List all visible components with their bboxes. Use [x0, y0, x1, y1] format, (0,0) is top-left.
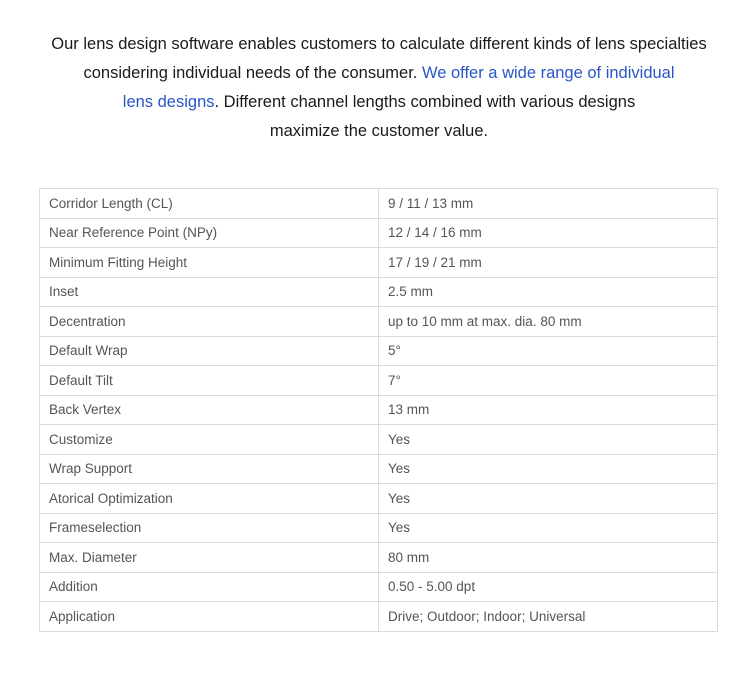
spec-value: Yes: [378, 512, 718, 543]
spec-value: 12 / 14 / 16 mm: [378, 217, 718, 248]
spec-value: 80 mm: [378, 542, 718, 573]
lens-spec-table: Corridor Length (CL) 9 / 11 / 13 mm Near …: [39, 188, 718, 632]
spec-name: Wrap Support: [39, 453, 379, 484]
link-text-part-2: lens designs: [122, 93, 215, 111]
spec-table-body: Corridor Length (CL) 9 / 11 / 13 mm Near …: [39, 188, 718, 632]
table-row: Near Reference Point (NPy) 12 / 14 / 16 m…: [39, 217, 718, 248]
spec-name: Application: [39, 601, 379, 632]
spec-value: 0.50 - 5.00 dpt: [378, 571, 718, 602]
spec-name: Decentration: [39, 306, 379, 337]
spec-value: Yes: [378, 453, 718, 484]
intro-line-2: considering individual needs of the cons…: [83, 64, 418, 82]
spec-name: Frameselection: [39, 512, 379, 543]
spec-value: 13 mm: [378, 394, 718, 425]
spec-value: 2.5 mm: [378, 276, 718, 307]
spec-name: Inset: [39, 276, 379, 307]
spec-name: Default Tilt: [39, 365, 379, 396]
spec-name: Addition: [39, 571, 379, 602]
spec-name: Corridor Length (CL): [39, 188, 379, 219]
spec-value: 17 / 19 / 21 mm: [378, 247, 718, 278]
spec-value: 9 / 11 / 13 mm: [378, 188, 718, 219]
intro-line-3-rest: . Different channel lengths combined wit…: [214, 93, 636, 111]
table-row: Max. Diameter 80 mm: [39, 542, 718, 573]
table-row: Back Vertex 13 mm: [39, 394, 718, 425]
table-row: Corridor Length (CL) 9 / 11 / 13 mm: [39, 188, 718, 219]
spec-value: Yes: [378, 424, 718, 455]
table-row: Customize Yes: [39, 424, 718, 455]
spec-value: 5°: [378, 335, 718, 366]
table-row: Application Drive; Outdoor; Indoor; Unive…: [39, 601, 718, 632]
table-row: Addition 0.50 - 5.00 dpt: [39, 571, 718, 602]
table-row: Minimum Fitting Height 17 / 19 / 21 mm: [39, 247, 718, 278]
spec-value: 7°: [378, 365, 718, 396]
link-text-part-1: We offer a wide range of individual: [421, 64, 675, 82]
table-row: Wrap Support Yes: [39, 453, 718, 484]
spec-value: Yes: [378, 483, 718, 514]
spec-name: Default Wrap: [39, 335, 379, 366]
spec-name: Near Reference Point (NPy): [39, 217, 379, 248]
spec-name: Minimum Fitting Height: [39, 247, 379, 278]
table-row: Frameselection Yes: [39, 512, 718, 543]
intro-line-1: Our lens design software enables custome…: [51, 35, 707, 53]
table-row: Atorical Optimization Yes: [39, 483, 718, 514]
spec-name: Back Vertex: [39, 394, 379, 425]
intro-line-4: maximize the customer value.: [269, 122, 489, 140]
intro-paragraph: Our lens design software enables custome…: [30, 30, 728, 146]
table-row: Inset 2.5 mm: [39, 276, 718, 307]
spec-name: Customize: [39, 424, 379, 455]
spec-name: Atorical Optimization: [39, 483, 379, 514]
spec-value: Drive; Outdoor; Indoor; Universal: [378, 601, 718, 632]
table-row: Default Wrap 5°: [39, 335, 718, 366]
spec-value: up to 10 mm at max. dia. 80 mm: [378, 306, 718, 337]
table-row: Decentration up to 10 mm at max. dia. 80 …: [39, 306, 718, 337]
spec-name: Max. Diameter: [39, 542, 379, 573]
table-row: Default Tilt 7°: [39, 365, 718, 396]
